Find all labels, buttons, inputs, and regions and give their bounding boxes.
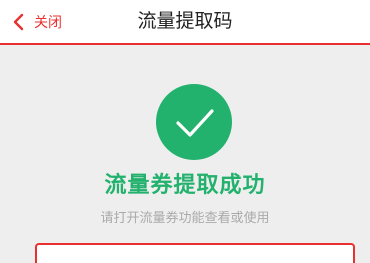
success-panel: 流量券提取成功 请打开流量券功能查看或使用 xyxy=(0,45,370,263)
chevron-left-icon xyxy=(10,13,28,31)
close-button[interactable]: 关闭 xyxy=(10,0,62,43)
close-button-label: 关闭 xyxy=(34,14,62,31)
success-hint: 请打开流量券功能查看或使用 xyxy=(100,211,270,226)
navigation-bar: 关闭 流量提取码 xyxy=(0,0,370,45)
check-circle-icon xyxy=(156,84,232,160)
bottom-card xyxy=(35,243,355,263)
success-title: 流量券提取成功 xyxy=(104,173,266,198)
